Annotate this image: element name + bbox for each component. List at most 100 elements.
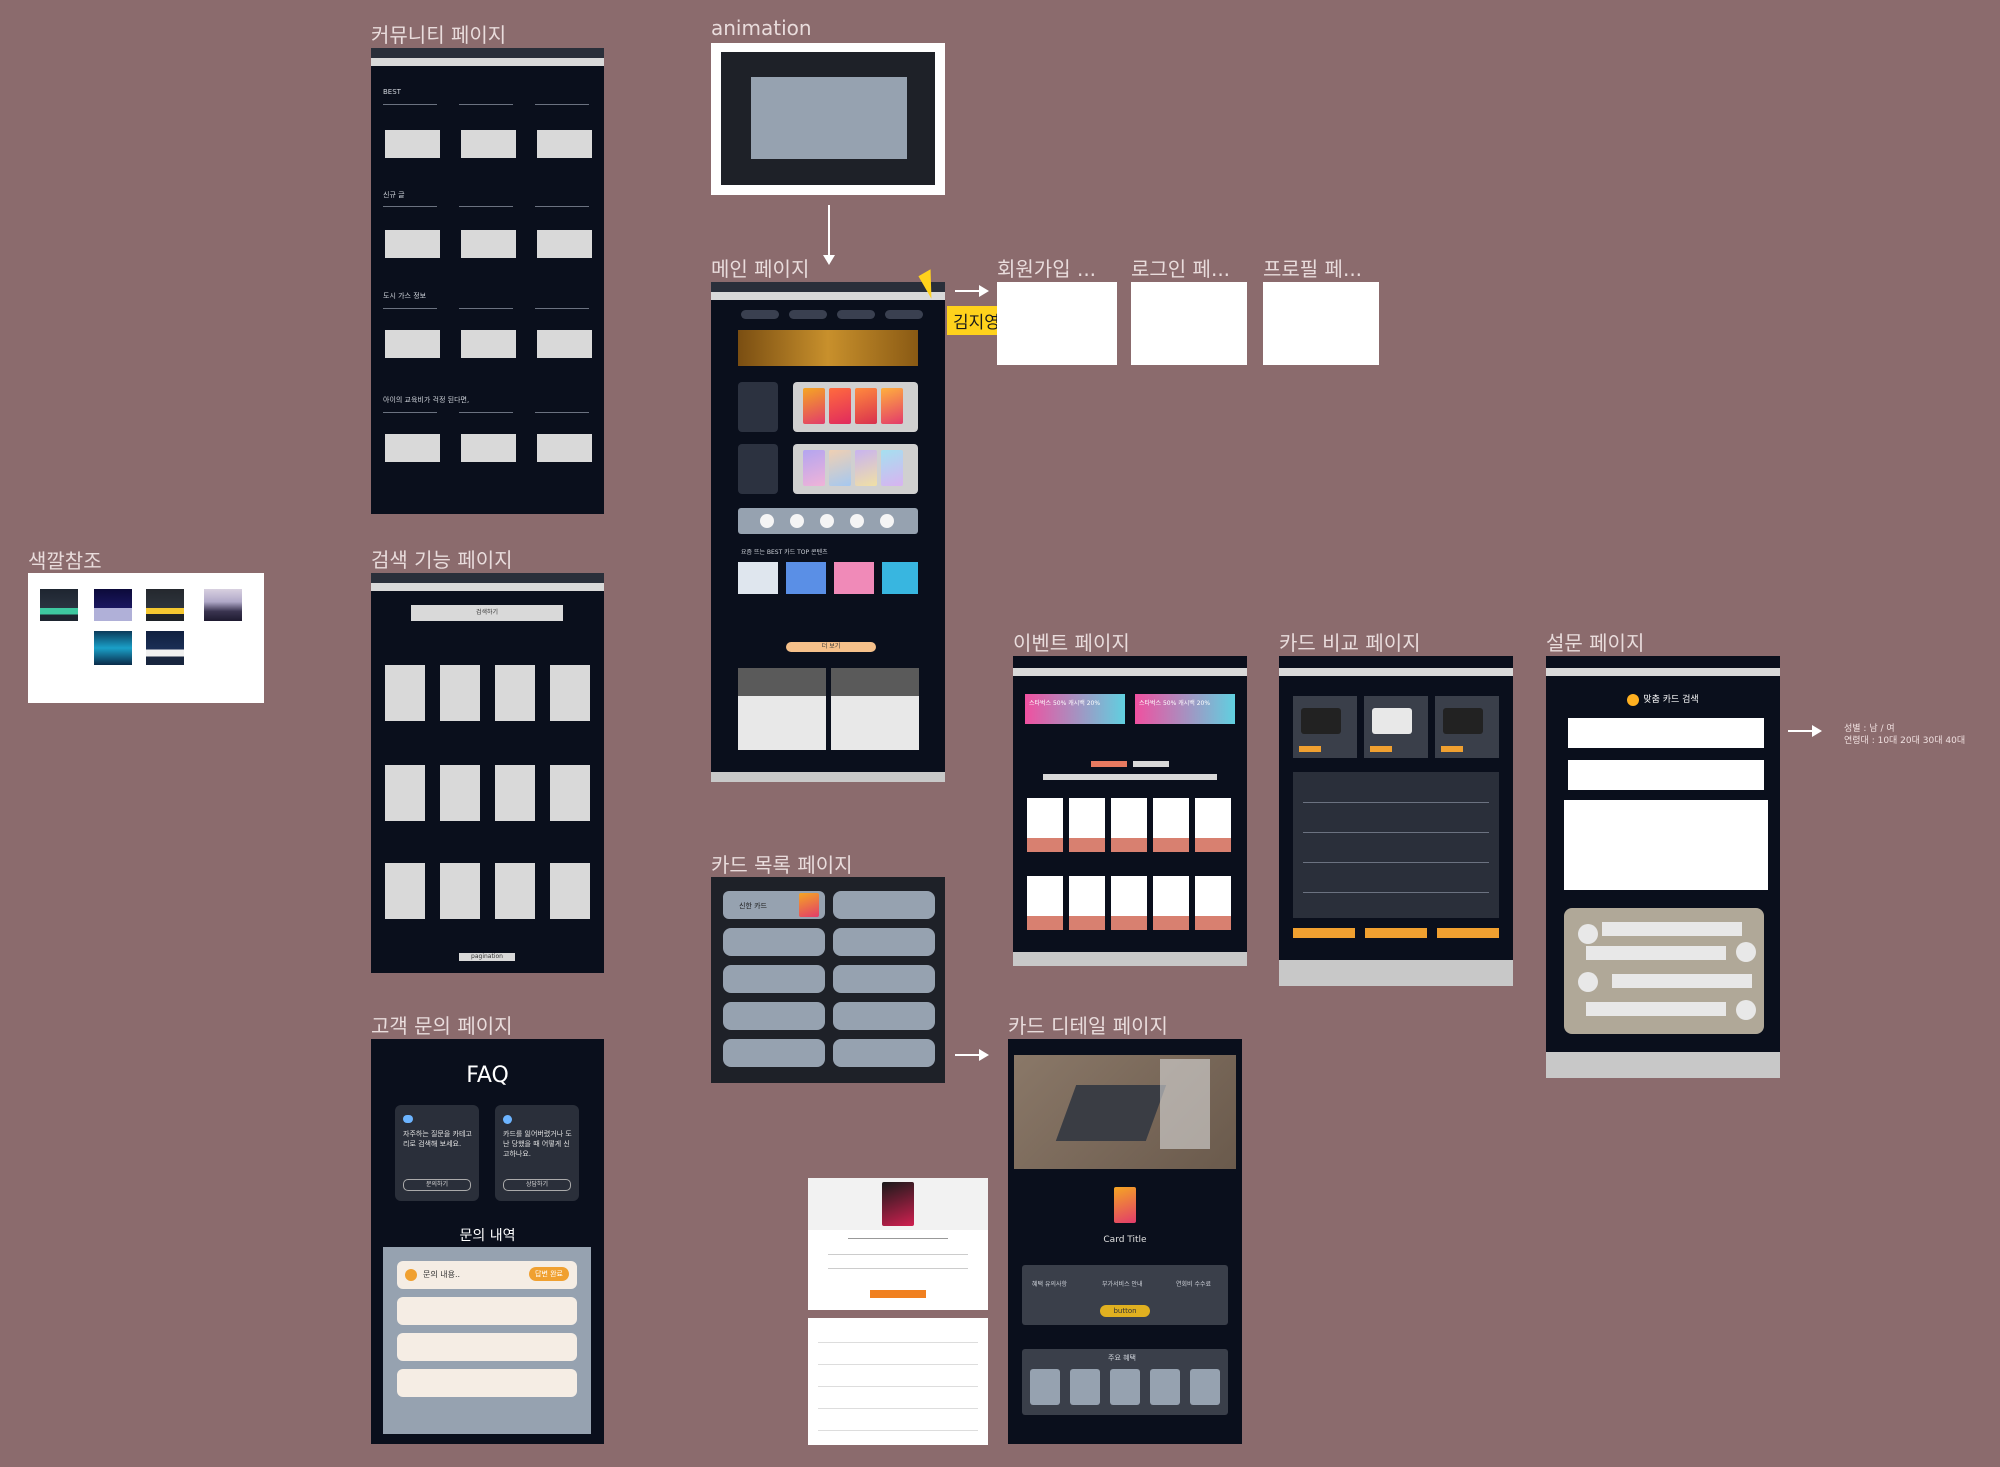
survey-heading: 맞춤 카드 검색 [1546, 692, 1780, 706]
post-thumb[interactable] [385, 230, 440, 258]
frame-signup[interactable] [997, 282, 1117, 365]
card-image [1114, 1187, 1136, 1223]
frame-title-community: 커뮤니티 페이지 [371, 23, 507, 47]
hero-banner[interactable] [738, 330, 918, 366]
card-list-item[interactable] [833, 965, 935, 993]
card-list-item[interactable] [833, 1039, 935, 1067]
top-nav [371, 48, 604, 58]
post-thumb[interactable] [537, 330, 592, 358]
result-card[interactable] [440, 765, 480, 821]
frame-title-search: 검색 기능 페이지 [371, 548, 513, 572]
result-card[interactable] [385, 765, 425, 821]
post-thumb[interactable] [537, 230, 592, 258]
compare-table [1293, 772, 1499, 918]
tab-annual-fee[interactable]: 연회비 수수료 [1176, 1279, 1211, 1288]
tab-benefit-notice[interactable]: 혜택 유의사항 [1032, 1279, 1067, 1288]
card-list-item[interactable] [833, 891, 935, 919]
result-card[interactable] [550, 863, 590, 919]
frame-community[interactable]: BEST 신규 글 도시 가스 정보 아이의 교육비가 걱정 된다면, [371, 48, 604, 514]
frame-search[interactable]: 검색하기 pagination [371, 573, 604, 973]
result-card[interactable] [550, 765, 590, 821]
frame-card-notes[interactable] [808, 1318, 988, 1445]
history-item[interactable] [397, 1333, 577, 1361]
card-list-item[interactable] [723, 1002, 825, 1030]
frame-card-info[interactable] [808, 1178, 988, 1310]
frame-support[interactable]: FAQ 자주하는 질문을 카테고리로 검색해 보세요. 문의하기 카드를 잃어버… [371, 1039, 604, 1444]
main-section-caption: 요즘 뜨는 BEST 카드 TOP 콘텐츠 [741, 549, 828, 556]
card-list-item[interactable] [833, 928, 935, 956]
tab-extra-service[interactable]: 부가서비스 안내 [1102, 1279, 1143, 1288]
card-list-item[interactable] [833, 1002, 935, 1030]
frame-title-event: 이벤트 페이지 [1013, 631, 1130, 655]
frame-main[interactable]: 요즘 뜨는 BEST 카드 TOP 콘텐츠 더 보기 [711, 282, 945, 782]
post-thumb[interactable] [461, 230, 516, 258]
user-icon [503, 1115, 512, 1124]
card-list-item[interactable] [723, 965, 825, 993]
recent-title: 주요 혜택 [1108, 1354, 1136, 1362]
result-card[interactable] [440, 863, 480, 919]
frame-title-card-list: 카드 목록 페이지 [711, 853, 853, 877]
result-card[interactable] [495, 863, 535, 919]
faq-button-2[interactable]: 상담하기 [503, 1179, 571, 1191]
frame-title-login: 로그인 페... [1131, 257, 1231, 281]
faq-card-1[interactable]: 자주하는 질문을 카테고리로 검색해 보세요. 문의하기 [395, 1105, 479, 1201]
frame-card-list[interactable]: 신한 카드 [711, 877, 945, 1083]
search-input[interactable]: 검색하기 [411, 605, 563, 621]
detail-button[interactable]: button [1100, 1305, 1150, 1317]
flow-arrow-right [955, 1049, 989, 1061]
frame-title-animation: animation [711, 16, 812, 40]
section-gas: 도시 가스 정보 [383, 292, 427, 300]
history-title: 문의 내역 [459, 1228, 516, 1244]
status-badge: 답변 완료 [529, 1267, 569, 1281]
post-thumb[interactable] [385, 130, 440, 158]
section-new: 신규 글 [383, 191, 405, 199]
pagination[interactable]: pagination [459, 953, 515, 961]
animation-preview [751, 77, 907, 159]
frame-title-compare: 카드 비교 페이지 [1279, 631, 1421, 655]
card-list-item[interactable]: 신한 카드 [723, 891, 825, 919]
chat-icon [403, 1115, 413, 1123]
section-edu: 아이의 교육비가 걱정 된다면, [383, 396, 470, 404]
frame-profile[interactable] [1263, 282, 1379, 365]
result-card[interactable] [385, 665, 425, 721]
nav-underline [371, 58, 604, 66]
result-card[interactable] [440, 665, 480, 721]
result-card[interactable] [495, 665, 535, 721]
post-thumb[interactable] [461, 434, 516, 462]
frame-title-card-detail: 카드 디테일 페이지 [1008, 1014, 1168, 1038]
survey-side-note-2: 연령대 : 10대 20대 30대 40대 [1844, 736, 1966, 746]
result-card[interactable] [385, 863, 425, 919]
more-button[interactable]: 더 보기 [786, 642, 876, 652]
faq-button-1[interactable]: 문의하기 [403, 1179, 471, 1191]
flow-arrow-down [823, 205, 835, 265]
faq-heading: FAQ [466, 1063, 509, 1088]
frame-login[interactable] [1131, 282, 1247, 365]
frame-compare[interactable] [1279, 656, 1513, 986]
result-card[interactable] [495, 765, 535, 821]
frame-animation[interactable] [711, 43, 945, 195]
post-thumb[interactable] [385, 330, 440, 358]
frame-survey[interactable]: 맞춤 카드 검색 [1546, 656, 1780, 1078]
post-thumb[interactable] [537, 434, 592, 462]
frame-event[interactable]: 스타벅스 50% 캐시백 20% 스타벅스 50% 캐시백 20% [1013, 656, 1247, 966]
card-list-item[interactable] [723, 1039, 825, 1067]
event-banner-2[interactable]: 스타벅스 50% 캐시백 20% [1135, 694, 1235, 724]
frame-title-signup: 회원가입 ... [997, 257, 1097, 281]
event-banner-1[interactable]: 스타벅스 50% 캐시백 20% [1025, 694, 1125, 724]
flow-arrow-right [1788, 725, 1822, 737]
faq-card-2[interactable]: 카드를 잃어버렸거나 도난 당했을 때 어떻게 신고하나요. 상담하기 [495, 1105, 579, 1201]
section-best: BEST [383, 88, 401, 96]
frame-card-detail[interactable]: Card Title 혜택 유의사항 부가서비스 안내 연회비 수수료 butt… [1008, 1039, 1242, 1444]
history-item[interactable] [397, 1369, 577, 1397]
result-card[interactable] [550, 665, 590, 721]
frame-color-ref[interactable] [28, 573, 264, 703]
post-thumb[interactable] [385, 434, 440, 462]
frame-title-color-ref: 색깔참조 [28, 549, 102, 573]
post-thumb[interactable] [537, 130, 592, 158]
post-thumb[interactable] [461, 330, 516, 358]
post-thumb[interactable] [461, 130, 516, 158]
history-item[interactable]: 문의 내용.. 답변 완료 [397, 1261, 577, 1289]
history-item[interactable] [397, 1297, 577, 1325]
card-title: Card Title [1103, 1235, 1147, 1245]
card-list-item[interactable] [723, 928, 825, 956]
